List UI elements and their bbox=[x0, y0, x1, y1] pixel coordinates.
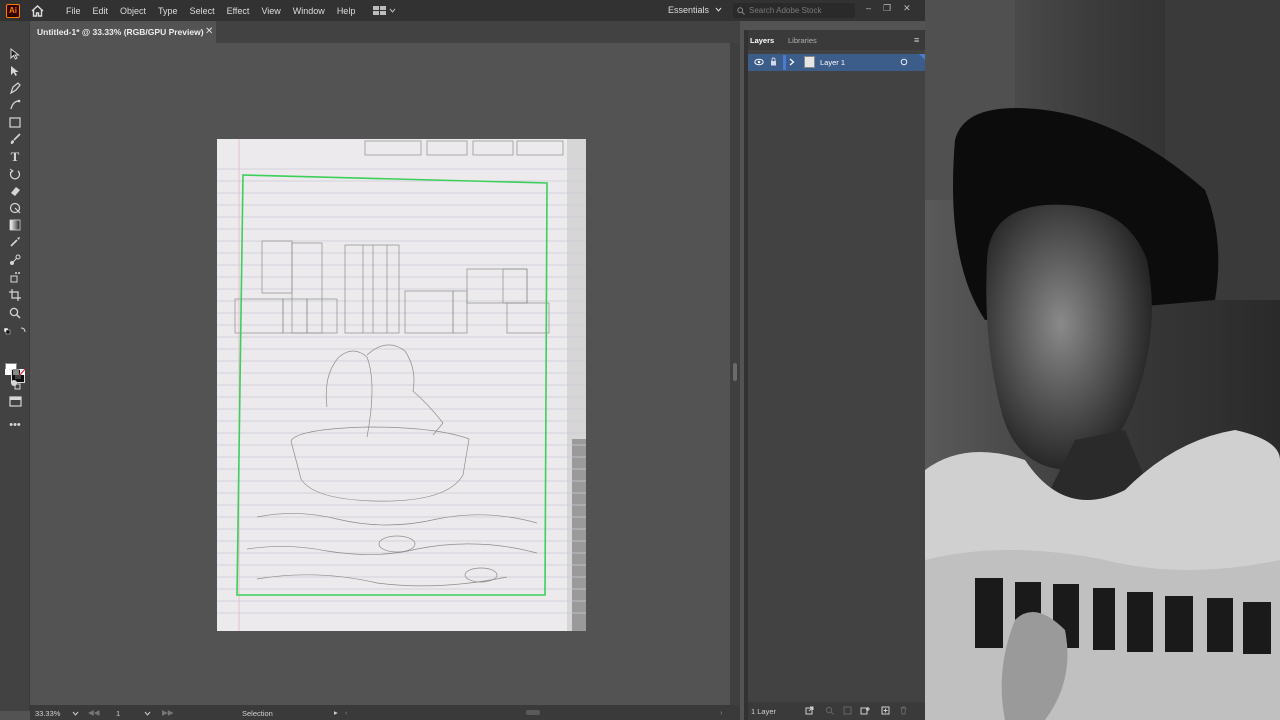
chevron-down-icon[interactable] bbox=[144, 711, 151, 716]
edit-toolbar-icon[interactable]: ••• bbox=[8, 418, 22, 432]
app-logo: Ai bbox=[6, 3, 20, 18]
trash-icon[interactable] bbox=[899, 706, 908, 715]
menu-type[interactable]: Type bbox=[158, 6, 178, 16]
menu-file[interactable]: File bbox=[66, 6, 81, 16]
layer-name[interactable]: Layer 1 bbox=[820, 58, 845, 67]
eye-icon[interactable] bbox=[754, 58, 764, 66]
workspace-switcher[interactable]: Essentials bbox=[668, 5, 722, 15]
window-controls: – ❐ ✕ bbox=[866, 3, 911, 14]
menu-bar: Ai File Edit Object Type Select Effect V… bbox=[0, 0, 925, 21]
warp-tool-icon[interactable] bbox=[8, 201, 22, 215]
new-layer-icon[interactable] bbox=[881, 706, 890, 715]
panel-tabs: Layers Libraries ≡ bbox=[748, 30, 929, 50]
layers-panel: Layers Libraries ≡ Layer 1 1 Layer bbox=[744, 30, 929, 720]
current-tool-label: Selection bbox=[242, 709, 273, 718]
menu-effect[interactable]: Effect bbox=[227, 6, 250, 16]
selection-tool-icon[interactable] bbox=[8, 47, 22, 61]
close-icon[interactable]: ✕ bbox=[903, 3, 911, 14]
webcam-feed bbox=[925, 0, 1280, 720]
lock-icon[interactable] bbox=[770, 57, 777, 66]
direct-selection-tool-icon[interactable] bbox=[8, 64, 22, 78]
artboard-nav-prev-icon[interactable]: ◀◀ bbox=[88, 708, 100, 717]
menu-window[interactable]: Window bbox=[293, 6, 325, 16]
home-icon[interactable] bbox=[30, 4, 44, 18]
chevron-down-icon bbox=[715, 7, 722, 12]
rectangle-tool-icon[interactable] bbox=[8, 115, 22, 129]
artboard-tool-icon[interactable] bbox=[8, 288, 22, 302]
layer-count: 1 Layer bbox=[751, 707, 777, 716]
gradient-tool-icon[interactable] bbox=[8, 218, 22, 232]
menu-help[interactable]: Help bbox=[337, 6, 356, 16]
screen-mode-icon[interactable] bbox=[8, 394, 22, 408]
symbol-sprayer-icon[interactable] bbox=[8, 270, 22, 284]
layer-color-bar bbox=[783, 55, 786, 70]
search-placeholder: Search Adobe Stock bbox=[749, 6, 822, 15]
hscroll-left-icon[interactable]: ‹ bbox=[345, 708, 348, 717]
close-icon[interactable]: ✕ bbox=[205, 26, 213, 37]
search-icon bbox=[737, 6, 745, 15]
menu-view[interactable]: View bbox=[261, 6, 280, 16]
drawing-mode-icon[interactable] bbox=[8, 377, 22, 391]
new-sublayer-icon[interactable] bbox=[860, 706, 871, 715]
curvature-tool-icon[interactable] bbox=[8, 98, 22, 112]
tab-libraries[interactable]: Libraries bbox=[788, 36, 817, 45]
rotate-tool-icon[interactable] bbox=[8, 167, 22, 181]
target-icon[interactable] bbox=[900, 58, 908, 66]
blend-tool-icon[interactable] bbox=[8, 253, 22, 267]
placed-sketch-image[interactable] bbox=[217, 139, 586, 631]
hscroll-thumb[interactable] bbox=[526, 710, 540, 715]
artboard-number[interactable]: 1 bbox=[116, 709, 120, 718]
vertical-scrollbar[interactable] bbox=[730, 43, 740, 705]
type-tool-icon[interactable]: T bbox=[8, 149, 22, 164]
stock-search-field[interactable]: Search Adobe Stock bbox=[733, 3, 855, 18]
zoom-tool-icon[interactable] bbox=[8, 306, 22, 320]
status-bar: 33.33% ◀◀ 1 ▶▶ Selection ▸ ‹ › bbox=[30, 705, 740, 720]
eraser-tool-icon[interactable] bbox=[8, 184, 22, 198]
panel-menu-icon[interactable]: ≡ bbox=[914, 35, 919, 45]
selection-indicator-icon bbox=[919, 54, 925, 60]
minimize-icon[interactable]: – bbox=[866, 3, 871, 14]
clipping-mask-icon[interactable] bbox=[843, 706, 852, 715]
arrange-documents-icon[interactable] bbox=[373, 5, 396, 16]
hscroll-right-icon[interactable]: › bbox=[720, 708, 723, 717]
layer-row[interactable]: Layer 1 bbox=[748, 54, 925, 71]
document-tab-bar: Untitled-1* @ 33.33% (RGB/GPU Preview) ✕ bbox=[30, 21, 740, 43]
document-tab-title: Untitled-1* @ 33.33% (RGB/GPU Preview) bbox=[37, 27, 204, 37]
default-colors-icon[interactable] bbox=[3, 324, 27, 338]
artboard-nav-next-icon[interactable]: ▶▶ bbox=[162, 708, 174, 717]
layer-thumbnail bbox=[804, 56, 815, 68]
canvas-area[interactable] bbox=[30, 43, 730, 705]
export-icon[interactable] bbox=[805, 706, 814, 715]
menu-edit[interactable]: Edit bbox=[93, 6, 109, 16]
workspace-label: Essentials bbox=[668, 5, 710, 15]
chevron-down-icon bbox=[389, 8, 396, 13]
chevron-down-icon[interactable] bbox=[72, 711, 79, 716]
chevron-right-icon[interactable] bbox=[789, 58, 795, 66]
tab-layers[interactable]: Layers bbox=[750, 36, 774, 45]
menu-select[interactable]: Select bbox=[190, 6, 215, 16]
status-menu-arrow-icon[interactable]: ▸ bbox=[334, 708, 338, 717]
layers-panel-footer: 1 Layer bbox=[748, 702, 929, 720]
scroll-thumb[interactable] bbox=[733, 363, 737, 381]
zoom-level[interactable]: 33.33% bbox=[35, 709, 60, 718]
restore-icon[interactable]: ❐ bbox=[883, 3, 891, 14]
locate-object-icon[interactable] bbox=[825, 706, 834, 715]
paintbrush-tool-icon[interactable] bbox=[8, 132, 22, 146]
tools-panel: T ••• bbox=[0, 21, 30, 711]
document-tab[interactable]: Untitled-1* @ 33.33% (RGB/GPU Preview) bbox=[30, 21, 216, 43]
pen-tool-icon[interactable] bbox=[8, 81, 22, 95]
menu-object[interactable]: Object bbox=[120, 6, 146, 16]
eyedropper-tool-icon[interactable] bbox=[8, 235, 22, 249]
